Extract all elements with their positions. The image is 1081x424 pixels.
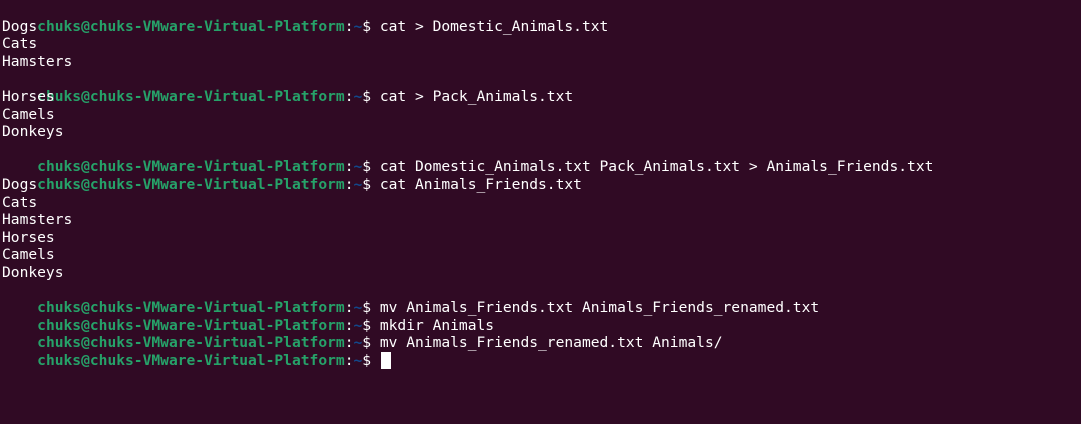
prompt-line: chuks@chuks-VMware-Virtual-Platform:~$ c… <box>2 70 1079 105</box>
output-line: Cats <box>2 193 38 211</box>
prompt-user-host: chuks@chuks-VMware-Virtual-Platform <box>37 334 345 352</box>
prompt-symbol: $ <box>362 87 380 105</box>
prompt-user-host: chuks@chuks-VMware-Virtual-Platform <box>37 17 345 35</box>
output-line: Hamsters <box>2 211 73 229</box>
prompt-symbol: $ <box>362 175 380 193</box>
command-text: mkdir Animals <box>379 316 495 334</box>
command-text: cat Domestic_Animals.txt Pack_Animals.tx… <box>379 158 934 176</box>
prompt-path: ~ <box>353 299 363 317</box>
command-text: cat Animals_Friends.txt <box>379 175 582 193</box>
prompt-symbol: $ <box>362 351 380 369</box>
prompt-symbol: $ <box>362 299 380 317</box>
prompt-line: chuks@chuks-VMware-Virtual-Platform:~$ m… <box>2 282 1079 316</box>
output-line: Donkeys <box>2 263 64 281</box>
prompt-path: ~ <box>353 158 363 176</box>
command-text: mv Animals_Friends.txt Animals_Friends_r… <box>379 299 820 317</box>
output-line: Camels <box>2 246 55 264</box>
command-text: cat > Domestic_Animals.txt <box>379 17 609 35</box>
prompt-path: ~ <box>353 175 363 193</box>
prompt-line: chuks@chuks-VMware-Virtual-Platform:~$ c… <box>2 141 1079 175</box>
prompt-path: ~ <box>353 316 363 334</box>
prompt-user-host: chuks@chuks-VMware-Virtual-Platform <box>37 299 345 317</box>
prompt-user-host: chuks@chuks-VMware-Virtual-Platform <box>37 87 345 105</box>
terminal-window[interactable]: chuks@chuks-VMware-Virtual-Platform:~$ c… <box>0 0 1081 424</box>
prompt-symbol: $ <box>362 158 380 176</box>
text-cursor <box>380 351 391 369</box>
output-line: Camels <box>2 105 55 123</box>
prompt-path: ~ <box>353 17 363 35</box>
command-text: cat > Pack_Animals.txt <box>379 87 574 105</box>
prompt-symbol: $ <box>362 334 380 352</box>
prompt-line: chuks@chuks-VMware-Virtual-Platform:~$ c… <box>2 0 1079 35</box>
prompt-path: ~ <box>353 351 363 369</box>
prompt-symbol: $ <box>362 316 380 334</box>
prompt-user-host: chuks@chuks-VMware-Virtual-Platform <box>37 351 345 369</box>
command-text: mv Animals_Friends_renamed.txt Animals/ <box>379 334 723 352</box>
prompt-user-host: chuks@chuks-VMware-Virtual-Platform <box>37 316 345 334</box>
prompt-path: ~ <box>353 334 363 352</box>
prompt-symbol: $ <box>362 17 380 35</box>
prompt-path: ~ <box>353 87 363 105</box>
prompt-user-host: chuks@chuks-VMware-Virtual-Platform <box>37 158 345 176</box>
output-line: Hamsters <box>2 52 73 70</box>
output-line: Horses <box>2 228 55 246</box>
prompt-user-host: chuks@chuks-VMware-Virtual-Platform <box>37 175 345 193</box>
output-line: Cats <box>2 35 38 53</box>
output-line: Donkeys <box>2 123 64 141</box>
